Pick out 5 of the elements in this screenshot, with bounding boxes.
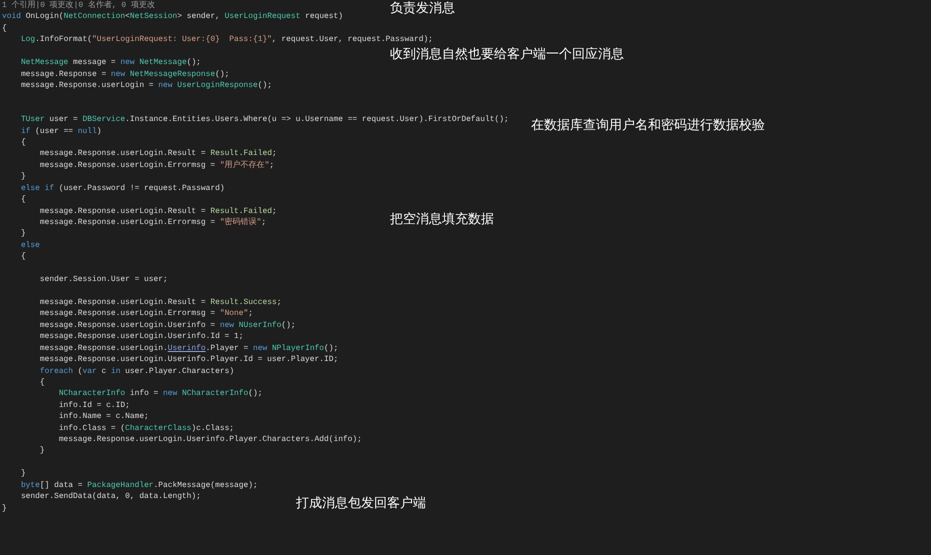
annotation-text: 打成消息包发回客户端 xyxy=(296,496,426,512)
annotation-text: 把空消息填充数据 xyxy=(390,212,494,228)
annotation-text: 负责发消息 xyxy=(390,1,455,17)
annotation-text: 收到消息自然也要给客户端一个回应消息 xyxy=(390,47,624,63)
annotation-text: 在数据库查询用户名和密码进行数据校验 xyxy=(531,118,765,134)
